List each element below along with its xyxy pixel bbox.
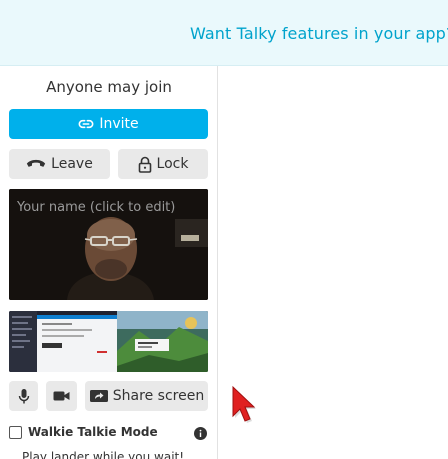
invite-button[interactable]: Invite (9, 109, 208, 139)
phone-hangup-icon (26, 158, 46, 170)
leave-button[interactable]: Leave (9, 149, 110, 179)
lander-game-text[interactable]: Play lander while you wait! (22, 450, 184, 459)
microphone-icon (18, 388, 30, 405)
local-video[interactable]: Your name (click to edit) (9, 189, 208, 300)
name-field[interactable]: Your name (click to edit) (17, 200, 175, 215)
share-screen-label: Share screen (112, 388, 205, 404)
promo-banner[interactable]: Want Talky features in your app? C (0, 0, 448, 66)
mouse-cursor-icon (230, 384, 256, 428)
lock-icon (138, 156, 152, 173)
room-status: Anyone may join (46, 78, 172, 96)
info-icon[interactable] (194, 425, 207, 444)
leave-label: Leave (51, 156, 93, 172)
mute-microphone-button[interactable] (9, 381, 38, 411)
walkie-talkie-row: Walkie Talkie Mode (9, 423, 208, 441)
screen-share-preview[interactable] (9, 311, 208, 372)
lock-label: Lock (156, 156, 189, 172)
sidebar: Anyone may join Invite Leave Lock Your n… (0, 66, 218, 459)
promo-banner-text[interactable]: Want Talky features in your app? C (190, 24, 448, 43)
invite-label: Invite (99, 116, 139, 132)
toggle-camera-button[interactable] (46, 381, 77, 411)
video-camera-icon (53, 390, 70, 402)
walkie-talkie-checkbox[interactable] (9, 425, 22, 439)
screen-share-icon (89, 389, 109, 404)
link-icon (78, 116, 94, 132)
shared-screen-feed (9, 311, 208, 372)
share-screen-button[interactable]: Share screen (85, 381, 208, 411)
walkie-talkie-label[interactable]: Walkie Talkie Mode (28, 425, 158, 439)
lock-button[interactable]: Lock (118, 149, 208, 179)
